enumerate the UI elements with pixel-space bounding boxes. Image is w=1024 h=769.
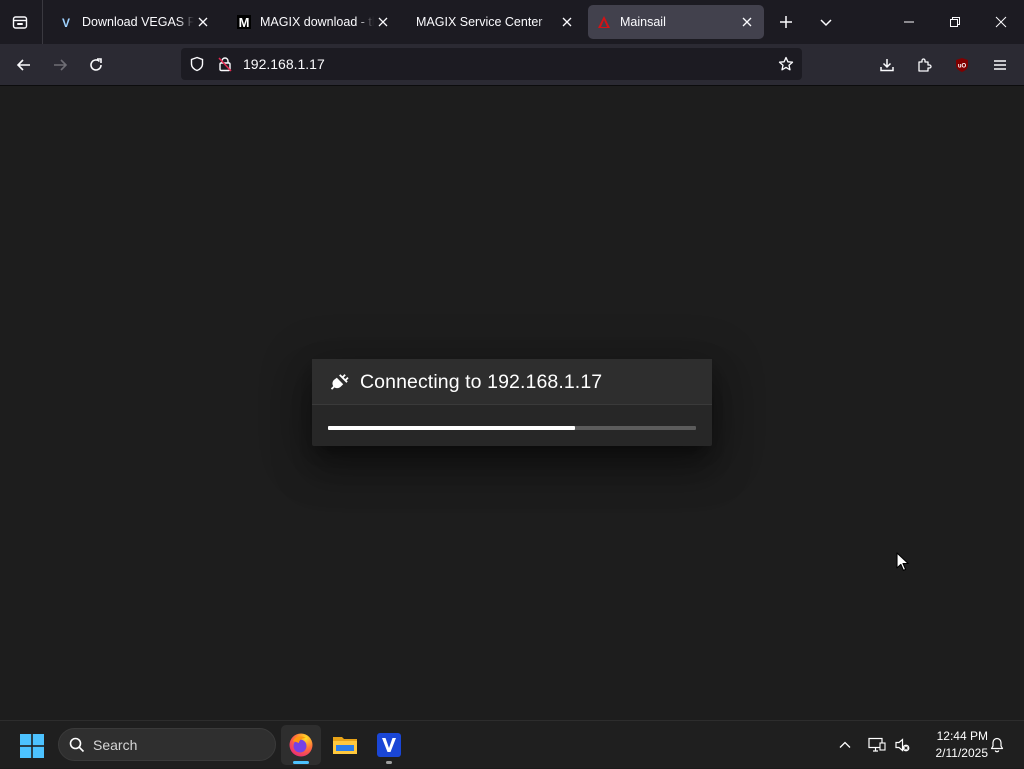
windows-start-icon[interactable] bbox=[20, 734, 44, 758]
dialog-title: Connecting to 192.168.1.17 bbox=[360, 371, 603, 393]
bell-icon bbox=[990, 737, 1004, 753]
clock-time: 12:44 PM bbox=[936, 729, 988, 743]
tab-title: MAGIX Service Center bbox=[416, 15, 543, 29]
back-arrow-icon bbox=[16, 59, 30, 71]
vegas-pro-icon bbox=[377, 733, 401, 757]
network-status[interactable] bbox=[866, 721, 888, 769]
dialog-header: Connecting to 192.168.1.17 bbox=[312, 359, 712, 405]
chevron-down-icon bbox=[820, 19, 832, 27]
tab-mainsail[interactable]: Mainsail bbox=[588, 5, 764, 39]
back-button[interactable] bbox=[9, 50, 39, 80]
tab-title: MAGIX download - tha bbox=[260, 15, 374, 29]
close-tab-icon[interactable] bbox=[374, 13, 392, 31]
lock-insecure-icon[interactable] bbox=[217, 56, 233, 72]
taskbar-search[interactable]: Search bbox=[58, 728, 276, 761]
mouse-cursor-icon bbox=[896, 552, 909, 571]
mainsail-icon bbox=[596, 14, 612, 30]
tab-strip: V Download VEGAS Pro T M MAGIX download … bbox=[0, 0, 1024, 44]
forward-arrow-icon bbox=[54, 59, 68, 71]
chevron-up-icon bbox=[839, 741, 851, 748]
volume-status[interactable] bbox=[891, 721, 913, 769]
extensions-icon bbox=[918, 58, 932, 72]
taskbar-clock[interactable]: 12:44 PM 2/11/2025 bbox=[920, 728, 989, 762]
progress-bar bbox=[328, 426, 696, 430]
downloads-icon bbox=[880, 59, 894, 72]
close-window-button[interactable] bbox=[978, 0, 1024, 44]
clock-date: 2/11/2025 bbox=[935, 746, 989, 760]
restore-icon bbox=[950, 17, 960, 27]
extensions-button[interactable] bbox=[909, 50, 939, 80]
svg-text:uO: uO bbox=[958, 64, 967, 70]
close-tab-icon[interactable] bbox=[194, 13, 212, 31]
new-tab-button[interactable] bbox=[772, 8, 800, 36]
tab-title: Download VEGAS Pro T bbox=[82, 15, 194, 29]
plus-icon bbox=[780, 16, 792, 28]
svg-text:V: V bbox=[62, 16, 70, 29]
tab-separator bbox=[42, 0, 43, 44]
windows-taskbar: Search 12:44 PM 2/11/2025 bbox=[0, 720, 1024, 768]
menu-icon bbox=[994, 60, 1006, 70]
firefox-view-icon bbox=[12, 16, 28, 29]
taskbar-vegas-pro[interactable] bbox=[369, 725, 409, 765]
running-app-indicator bbox=[386, 761, 392, 764]
page-content: Connecting to 192.168.1.17 bbox=[0, 86, 1024, 720]
reload-button[interactable] bbox=[81, 50, 111, 80]
progress-bar-fill bbox=[328, 426, 575, 430]
speaker-muted-icon bbox=[895, 738, 910, 752]
restore-button[interactable] bbox=[932, 0, 978, 44]
close-tab-icon[interactable] bbox=[738, 13, 756, 31]
close-tab-icon[interactable] bbox=[558, 13, 576, 31]
taskbar-file-explorer[interactable] bbox=[325, 725, 365, 765]
tab-title: Mainsail bbox=[620, 15, 666, 29]
minimize-icon bbox=[904, 21, 914, 23]
taskbar-firefox[interactable] bbox=[281, 725, 321, 765]
navigation-toolbar: 192.168.1.17 uO bbox=[0, 44, 1024, 86]
close-icon bbox=[995, 16, 1007, 28]
magix-m-icon: M bbox=[236, 14, 252, 30]
shield-icon[interactable] bbox=[189, 56, 205, 72]
list-all-tabs-button[interactable] bbox=[812, 8, 840, 36]
ublock-icon: uO bbox=[956, 58, 968, 72]
tab-vegas[interactable]: V Download VEGAS Pro T bbox=[50, 5, 220, 39]
tab-magix-service[interactable]: MAGIX Service Center bbox=[408, 5, 584, 39]
vegas-v-icon: V bbox=[58, 14, 74, 30]
svg-text:M: M bbox=[239, 15, 250, 29]
network-ethernet-icon bbox=[868, 737, 886, 752]
bookmark-star-icon[interactable] bbox=[778, 56, 794, 72]
app-menu-button[interactable] bbox=[985, 50, 1015, 80]
firefox-icon bbox=[289, 733, 313, 757]
connecting-dialog: Connecting to 192.168.1.17 bbox=[312, 359, 712, 446]
file-explorer-icon bbox=[333, 737, 357, 754]
forward-button[interactable] bbox=[45, 50, 75, 80]
power-plug-icon bbox=[330, 374, 349, 390]
reload-icon bbox=[90, 58, 102, 71]
address-bar[interactable]: 192.168.1.17 bbox=[181, 48, 802, 80]
tab-magix-download[interactable]: M MAGIX download - tha bbox=[228, 5, 400, 39]
downloads-button[interactable] bbox=[872, 50, 902, 80]
firefox-view-button[interactable] bbox=[6, 8, 34, 36]
minimize-button[interactable] bbox=[886, 0, 932, 44]
url-text[interactable]: 192.168.1.17 bbox=[243, 56, 325, 72]
show-hidden-icons-button[interactable] bbox=[834, 721, 856, 769]
ublock-button[interactable]: uO bbox=[947, 50, 977, 80]
notifications-button[interactable] bbox=[986, 721, 1008, 769]
search-label: Search bbox=[93, 737, 138, 753]
active-app-indicator bbox=[293, 761, 309, 764]
search-icon bbox=[69, 737, 85, 753]
